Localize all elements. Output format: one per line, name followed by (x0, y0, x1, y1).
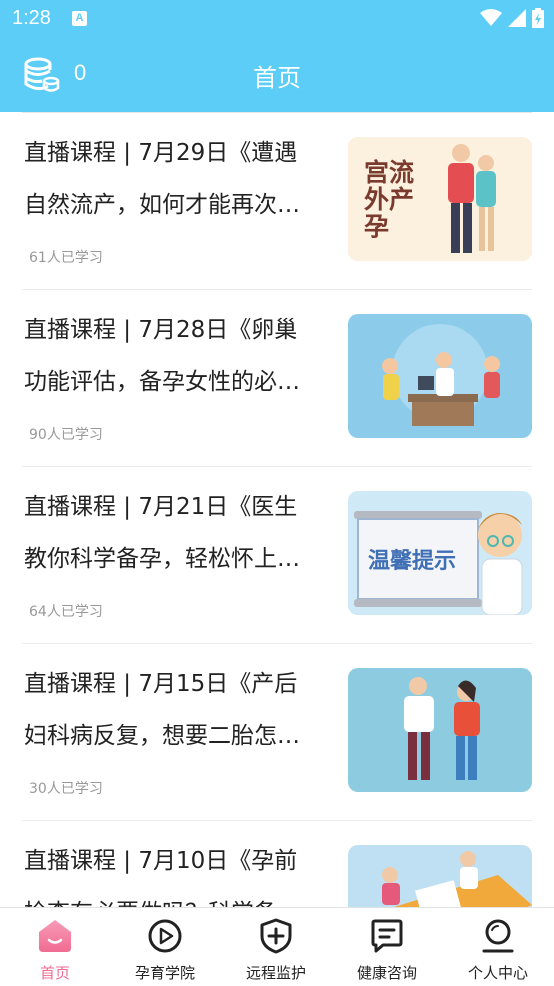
bottom-tab-bar: 首页 孕育学院 远程监护 健康咨询 个人中心 (0, 907, 554, 986)
course-title: 直播课程 | 7月29日《遭遇自然流产，如何才能再次… (24, 140, 300, 218)
tab-academy[interactable]: 孕育学院 (110, 908, 220, 986)
course-learner-count: 90人已学习 (29, 427, 103, 443)
tab-label: 个人中心 (467, 964, 528, 982)
shield-plus-icon (260, 918, 292, 954)
course-item[interactable]: 直播课程 | 7月29日《遭遇自然流产，如何才能再次… 61人已学习 宫流 外产… (22, 112, 532, 289)
system-icons (480, 8, 544, 28)
course-thumbnail: 温馨提示 (348, 491, 532, 615)
page-title: 首页 (253, 64, 301, 92)
signal-icon (508, 9, 526, 27)
course-item[interactable]: 直播课程 | 7月28日《卵巢功能评估，备孕女性的必… 90人已学习 (22, 289, 532, 466)
course-list: 直播课程 | 7月29日《遭遇自然流产，如何才能再次… 61人已学习 宫流 外产… (0, 112, 554, 907)
course-thumbnail: 宫流 外产 孕 (348, 137, 532, 261)
tab-health-consult[interactable]: 健康咨询 (332, 908, 442, 986)
battery-icon (532, 8, 544, 28)
app-header: 0 首页 (0, 38, 554, 112)
course-thumbnail (348, 668, 532, 792)
chat-icon (371, 919, 403, 953)
tab-remote-monitor[interactable]: 远程监护 (221, 908, 331, 986)
course-title: 直播课程 | 7月21日《医生教你科学备孕，轻松怀上… (24, 494, 300, 572)
course-thumbnail (348, 314, 532, 438)
tab-label: 远程监护 (245, 964, 306, 982)
thumb-text-line: 孕 (364, 212, 390, 241)
notification-a-icon: A (72, 11, 87, 26)
thumb-text-line: 温馨提示 (368, 549, 457, 574)
person-icon (482, 919, 514, 953)
tab-home[interactable]: 首页 (0, 908, 110, 986)
tab-personal-center[interactable]: 个人中心 (443, 908, 553, 986)
course-title: 直播课程 | 7月10日《孕前检查有必要做吗？科学备… (24, 848, 300, 907)
course-learner-count: 64人已学习 (29, 604, 103, 620)
tab-label: 孕育学院 (134, 964, 195, 982)
status-bar: 1:28 A (0, 0, 554, 38)
course-item[interactable]: 直播课程 | 7月21日《医生教你科学备孕，轻松怀上… 64人已学习 温馨提示 (22, 466, 532, 643)
course-item[interactable]: 直播课程 | 7月15日《产后妇科病反复，想要二胎怎… 30人已学习 (22, 643, 532, 820)
course-title: 直播课程 | 7月28日《卵巢功能评估，备孕女性的必… (24, 317, 300, 395)
wifi-icon (480, 9, 502, 26)
status-time: 1:28 (12, 7, 51, 29)
course-learner-count: 61人已学习 (29, 250, 103, 266)
tab-label: 首页 (39, 964, 70, 982)
play-circle-icon (148, 919, 182, 953)
course-thumbnail (348, 845, 532, 907)
course-title: 直播课程 | 7月15日《产后妇科病反复，想要二胎怎… (24, 671, 300, 749)
course-learner-count: 30人已学习 (29, 781, 103, 797)
thumb-text-line: 外产 (364, 185, 415, 214)
home-icon (39, 920, 71, 952)
thumb-text-line: 宫流 (364, 158, 415, 187)
tab-label: 健康咨询 (356, 964, 417, 982)
course-item[interactable]: 直播课程 | 7月10日《孕前检查有必要做吗？科学备… (22, 820, 532, 907)
